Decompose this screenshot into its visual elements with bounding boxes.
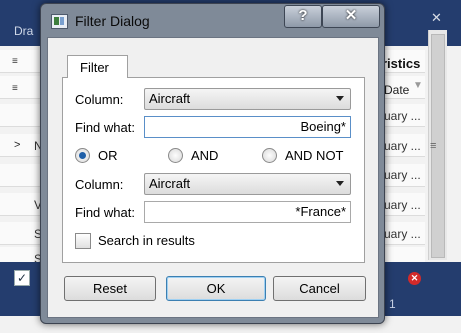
tab-filter-label: Filter [80,60,109,75]
find-input-1[interactable] [145,117,350,135]
search-in-results-checkbox[interactable] [75,233,91,249]
tab-filter[interactable]: Filter [67,55,128,78]
footer-checkbox[interactable]: ✓ [14,270,30,286]
radio-or[interactable] [75,148,90,163]
background-header-text: Dra [14,24,34,38]
radio-and-label: AND [191,148,219,163]
sort-icon[interactable]: ▼ [413,80,423,91]
date-column-header[interactable]: Date [384,83,409,97]
chevron-down-icon [336,96,344,101]
search-in-results-label: Search in results [98,233,195,248]
table-cell: uary ... [384,168,421,182]
close-button[interactable]: ✕ [322,5,380,28]
background-close-icon[interactable]: ✕ [431,10,442,26]
column-dropdown-2[interactable]: Aircraft [144,173,351,195]
error-icon[interactable]: ✕ [408,272,421,285]
help-button[interactable]: ? [284,5,322,28]
radio-or-label: OR [98,148,118,163]
chevron-down-icon [336,181,344,186]
reset-button[interactable]: Reset [64,276,156,301]
find-label-1: Find what: [75,120,135,135]
cancel-button[interactable]: Cancel [273,276,366,301]
grid-column-header[interactable]: ristics [382,56,420,71]
table-cell: uary ... [384,139,421,153]
filter-panel: Column: Aircraft Find what: OR AND AND N… [62,77,365,263]
scroll-grip-icon: ≡ [430,140,437,152]
find-input-2[interactable] [145,202,350,220]
column-label-1: Column: [75,92,124,107]
column-dropdown-2-value: Aircraft [149,176,191,191]
find-input-1-box[interactable] [144,116,351,138]
table-cell: uary ... [384,227,421,241]
filter-dialog: Filter Dialog ? ✕ Filter Column: Aircraf… [40,3,385,324]
column-label-2: Column: [75,177,124,192]
current-row-icon: > [14,139,21,151]
app-icon [51,14,68,29]
dialog-client-area: Filter Column: Aircraft Find what: OR AN… [47,37,379,318]
table-cell: uary ... [384,198,421,212]
dialog-title: Filter Dialog [75,13,150,29]
dialog-titlebar[interactable]: Filter Dialog ? ✕ [41,4,384,36]
radio-and-not[interactable] [262,148,277,163]
radio-and[interactable] [168,148,183,163]
column-dropdown-1-value: Aircraft [149,91,191,106]
ok-button[interactable]: OK [166,276,266,301]
row-header-icon: ≡ [12,83,18,94]
row-header-icon: ≡ [12,56,18,67]
column-dropdown-1[interactable]: Aircraft [144,88,351,110]
find-label-2: Find what: [75,205,135,220]
find-input-2-box[interactable] [144,201,351,223]
table-cell: uary ... [384,109,421,123]
radio-and-not-label: AND NOT [285,148,344,163]
footer-count: 1 [389,297,396,311]
